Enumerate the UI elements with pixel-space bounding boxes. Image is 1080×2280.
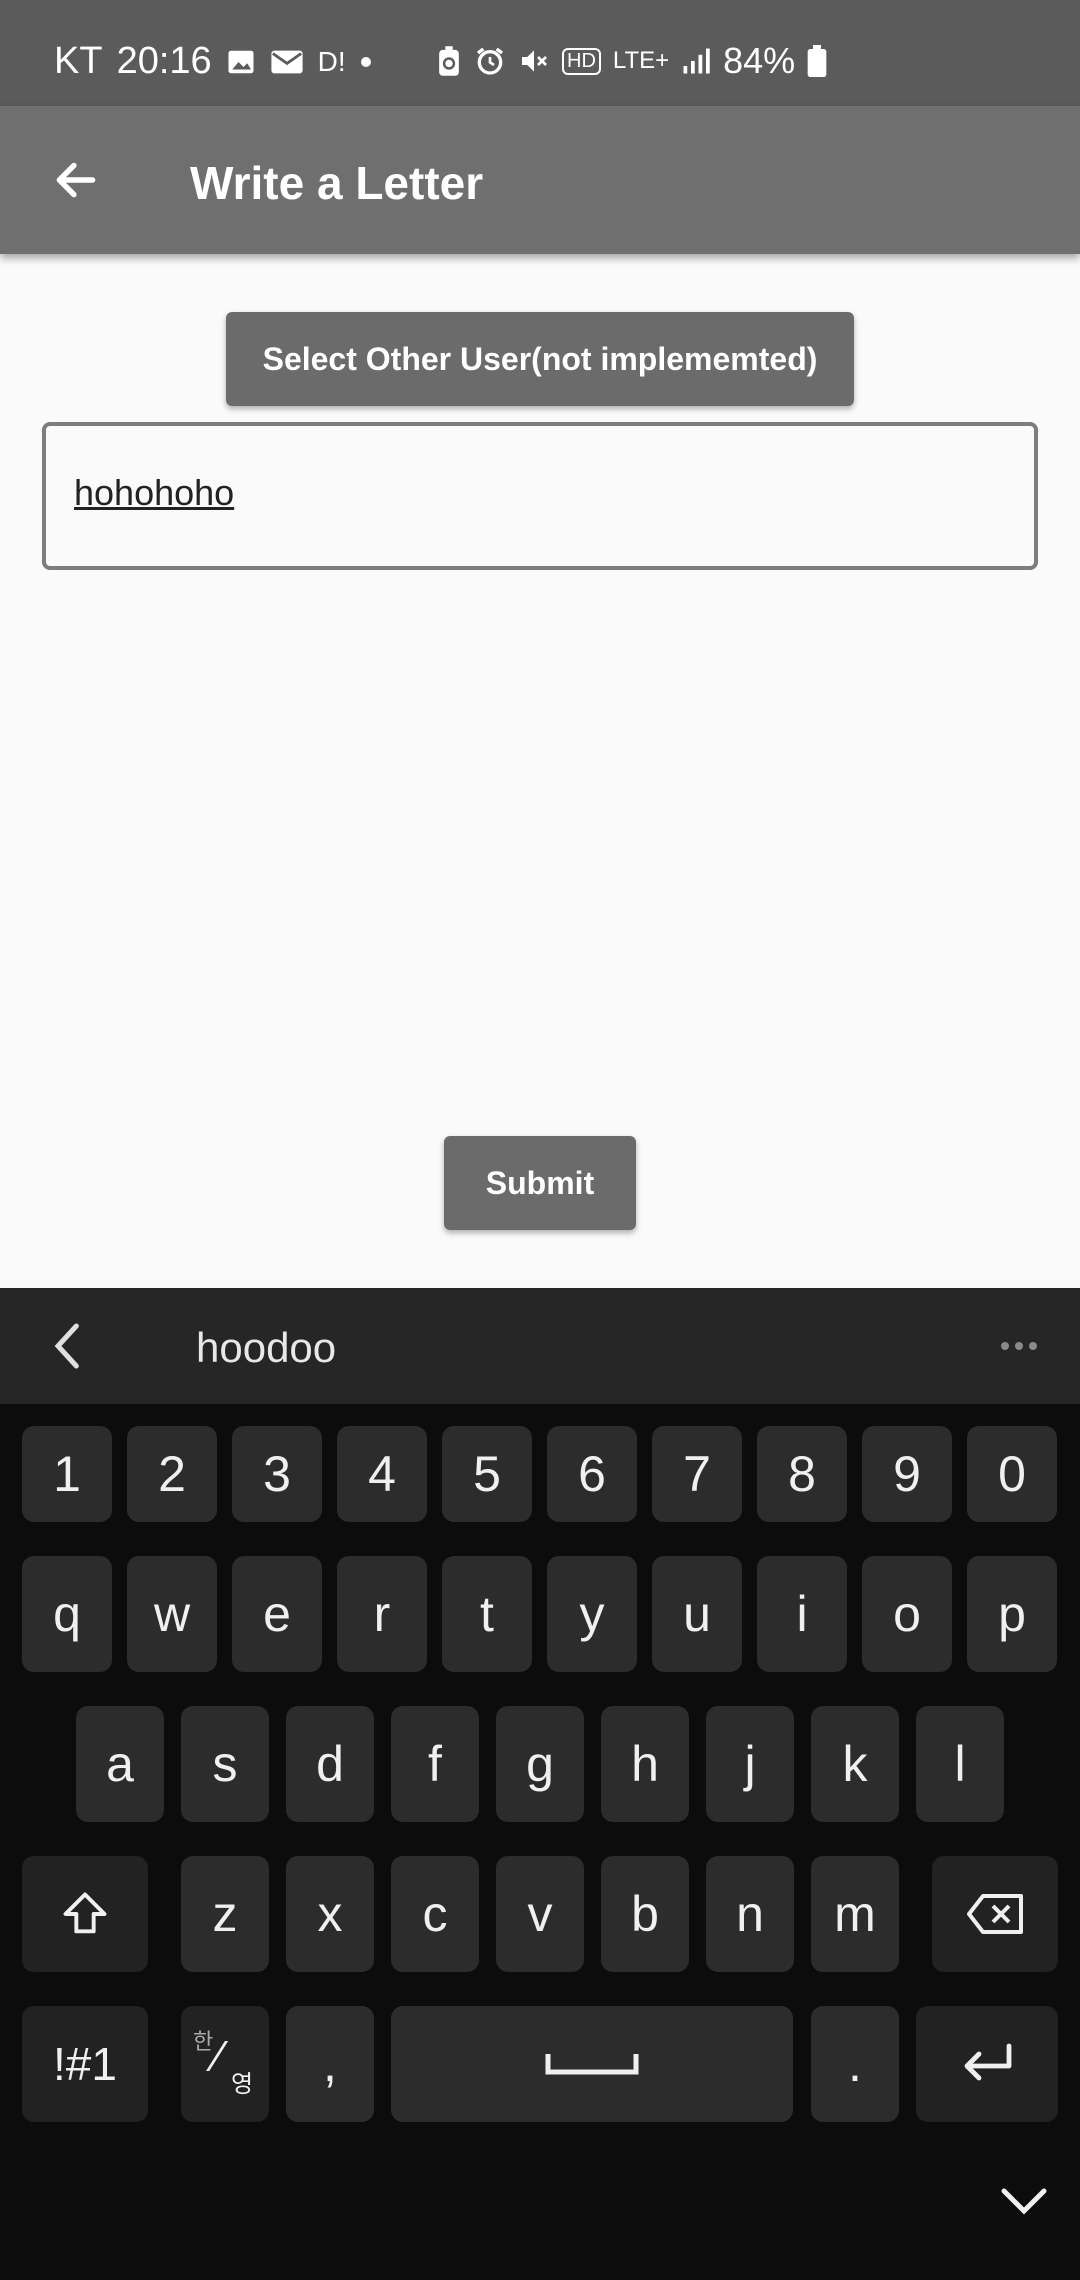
enter-key[interactable] [916, 2006, 1058, 2122]
comma-key[interactable]: , [286, 2006, 374, 2122]
key-8[interactable]: 8 [757, 1426, 847, 1522]
key-3[interactable]: 3 [232, 1426, 322, 1522]
key-2[interactable]: 2 [127, 1426, 217, 1522]
space-key[interactable] [391, 2006, 793, 2122]
more-dot [1029, 1342, 1037, 1350]
key-g[interactable]: g [496, 1706, 584, 1822]
page-title: Write a Letter [190, 157, 484, 209]
carrier-label: KT [54, 40, 103, 82]
battery-icon [807, 45, 827, 77]
chevron-down-icon [1001, 2188, 1047, 2215]
key-m[interactable]: m [811, 1856, 899, 1972]
select-other-user-button[interactable]: Select Other User(not implememted) [226, 312, 854, 406]
key-6[interactable]: 6 [547, 1426, 637, 1522]
key-u[interactable]: u [652, 1556, 742, 1672]
shift-key[interactable] [22, 1856, 148, 1972]
key-j[interactable]: j [706, 1706, 794, 1822]
signal-icon [681, 46, 711, 76]
keyboard [0, 1404, 1080, 2280]
key-w[interactable]: w [127, 1556, 217, 1672]
backspace-icon [967, 1894, 1023, 1934]
enter-icon [964, 2043, 1012, 2081]
key-x[interactable]: x [286, 1856, 374, 1972]
key-l[interactable]: l [916, 1706, 1004, 1822]
letter-input[interactable]: hohohoho [42, 422, 1038, 570]
key-q[interactable]: q [22, 1556, 112, 1672]
space-icon [545, 2054, 639, 2075]
more-dot [1015, 1342, 1023, 1350]
key-5[interactable]: 5 [442, 1426, 532, 1522]
key-s[interactable]: s [181, 1706, 269, 1822]
keyboard-suggestion-bar: hoodoo [0, 1288, 1080, 1404]
mute-icon [518, 45, 550, 77]
key-9[interactable]: 9 [862, 1426, 952, 1522]
d-app-icon: D! [317, 45, 346, 77]
app-bar: Write a Letter [0, 106, 1080, 254]
key-y[interactable]: y [547, 1556, 637, 1672]
lang-bottom-label: 영 [231, 2071, 254, 2098]
key-c[interactable]: c [391, 1856, 479, 1972]
key-p[interactable]: p [967, 1556, 1057, 1672]
key-i[interactable]: i [757, 1556, 847, 1672]
key-v[interactable]: v [496, 1856, 584, 1972]
network-type-label: LTE+ [612, 47, 670, 74]
key-1[interactable]: 1 [22, 1426, 112, 1522]
battery-percent: 84% [723, 40, 796, 81]
lang-slash-icon: ⁄ [215, 2032, 223, 2081]
status-right: HD LTE+ 84% [436, 40, 827, 82]
chevron-left-icon [54, 1323, 79, 1369]
suggestion-word[interactable]: hoodoo [196, 1324, 336, 1372]
key-o[interactable]: o [862, 1556, 952, 1672]
key-f[interactable]: f [391, 1706, 479, 1822]
mail-icon [270, 47, 304, 77]
backspace-key[interactable] [932, 1856, 1058, 1972]
key-k[interactable]: k [811, 1706, 899, 1822]
more-dots-icon [1001, 1342, 1009, 1350]
arrow-back-icon [56, 162, 96, 198]
key-z[interactable]: z [181, 1856, 269, 1972]
key-t[interactable]: t [442, 1556, 532, 1672]
language-switch-key[interactable]: 한 ⁄ 영 [181, 2006, 269, 2122]
key-b[interactable]: b [601, 1856, 689, 1972]
clock: 20:16 [116, 40, 212, 82]
key-e[interactable]: e [232, 1556, 322, 1672]
submit-button[interactable]: Submit [444, 1136, 636, 1230]
alarm-icon [474, 45, 506, 77]
key-4[interactable]: 4 [337, 1426, 427, 1522]
key-7[interactable]: 7 [652, 1426, 742, 1522]
key-a[interactable]: a [76, 1706, 164, 1822]
key-n[interactable]: n [706, 1856, 794, 1972]
hide-keyboard-button[interactable] [994, 2176, 1054, 2226]
key-d[interactable]: d [286, 1706, 374, 1822]
lang-top-label: 한 [193, 2029, 214, 2054]
dot-icon [360, 56, 372, 68]
key-r[interactable]: r [337, 1556, 427, 1672]
status-bar: KT 20:16 D! HD LTE+ 84% [0, 0, 1080, 106]
suggestion-back-button[interactable] [38, 1316, 98, 1376]
period-key[interactable]: . [811, 2006, 899, 2122]
shift-icon [63, 1892, 107, 1934]
more-options-button[interactable] [994, 1326, 1044, 1366]
key-h[interactable]: h [601, 1706, 689, 1822]
recycle-battery-icon [436, 45, 462, 77]
symbols-key[interactable]: !#1 [22, 2006, 148, 2122]
key-0[interactable]: 0 [967, 1426, 1057, 1522]
letter-input-value: hohohoho [74, 472, 235, 513]
back-button[interactable] [36, 140, 116, 220]
status-left: KT 20:16 D! [54, 40, 372, 83]
image-icon [226, 47, 256, 77]
hd-voice-icon: HD [562, 47, 601, 75]
